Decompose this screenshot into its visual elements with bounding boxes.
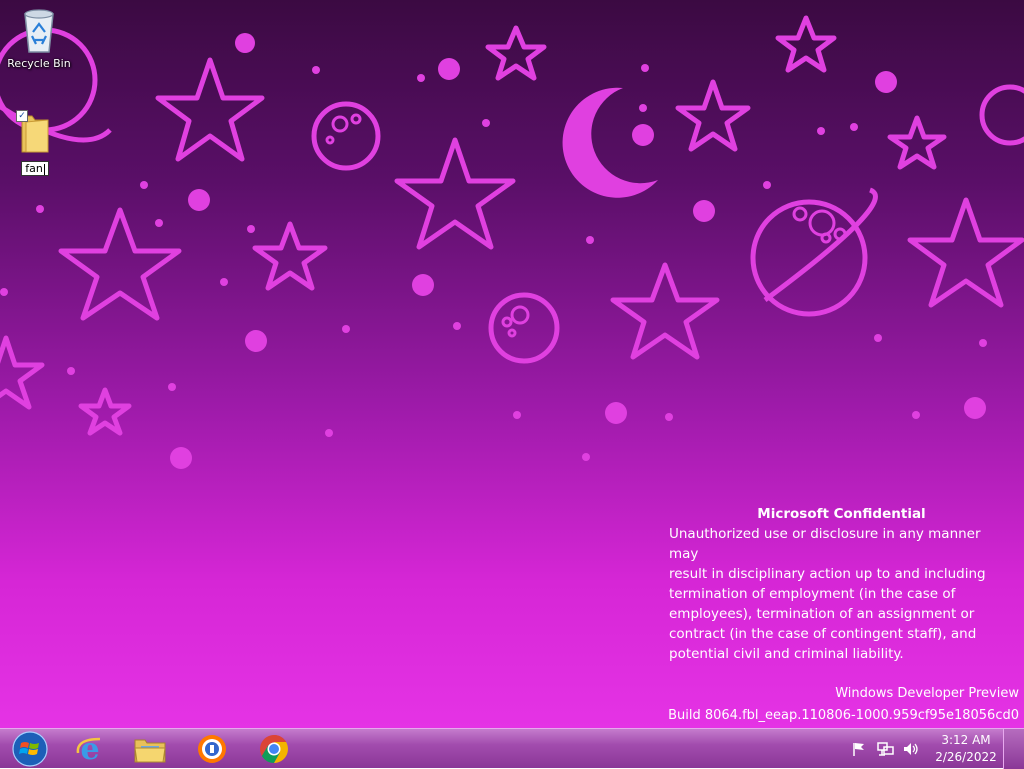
show-desktop-button[interactable] (1003, 729, 1024, 769)
clock-time: 3:12 AM (941, 733, 991, 747)
recycle-bin-shortcut[interactable]: Recycle Bin (4, 6, 74, 70)
edition-label: Windows Developer Preview (835, 686, 1019, 701)
avast-browser-icon (198, 735, 226, 763)
volume-icon[interactable] (902, 740, 920, 758)
folder-shortcut-fan[interactable]: ✓ fan (14, 110, 56, 176)
watermark-line: Unauthorized use or disclosure in any ma… (669, 526, 981, 562)
build-watermark: Windows Developer Preview Build 8064.fbl… (668, 683, 1019, 727)
internet-explorer-button[interactable]: e (62, 730, 118, 768)
avast-browser-button[interactable] (184, 730, 240, 768)
watermark-line: termination of employment (in the case o… (669, 586, 956, 602)
watermark-title: Microsoft Confidential (757, 506, 926, 522)
taskbar: e 3:12 AM 2/26/2022 (0, 728, 1024, 769)
build-label: Build 8064.fbl_eeap.110806-1000.959cf95e… (668, 708, 1019, 723)
action-center-flag-icon[interactable] (850, 740, 868, 758)
confidential-watermark: Microsoft Confidential Unauthorized use … (669, 504, 1014, 664)
internet-explorer-icon: e (76, 733, 101, 765)
rename-input[interactable]: fan (21, 161, 49, 176)
system-tray: 3:12 AM 2/26/2022 (850, 729, 998, 769)
desktop[interactable]: Recycle Bin ✓ fan Microsoft Confidential… (0, 0, 1024, 728)
watermark-line: result in disciplinary action up to and … (669, 566, 986, 582)
watermark-line: contract (in the case of contingent staf… (669, 626, 977, 642)
chrome-button[interactable] (246, 730, 302, 768)
watermark-line: potential civil and criminal liability. (669, 646, 904, 662)
start-button[interactable] (2, 730, 58, 768)
selection-checkbox[interactable]: ✓ (16, 110, 28, 122)
svg-text:e: e (80, 733, 99, 765)
recycle-bin-label: Recycle Bin (7, 57, 71, 70)
watermark-line: employees), termination of an assignment… (669, 606, 975, 622)
folder-explorer-icon (134, 739, 166, 763)
chrome-icon (260, 735, 288, 763)
windows-explorer-button[interactable] (122, 730, 178, 768)
windows-logo-icon (12, 731, 48, 767)
clock[interactable]: 3:12 AM 2/26/2022 (934, 732, 998, 766)
clock-date: 2/26/2022 (935, 750, 997, 764)
network-icon[interactable] (876, 740, 894, 758)
recycle-bin-icon (24, 9, 54, 53)
